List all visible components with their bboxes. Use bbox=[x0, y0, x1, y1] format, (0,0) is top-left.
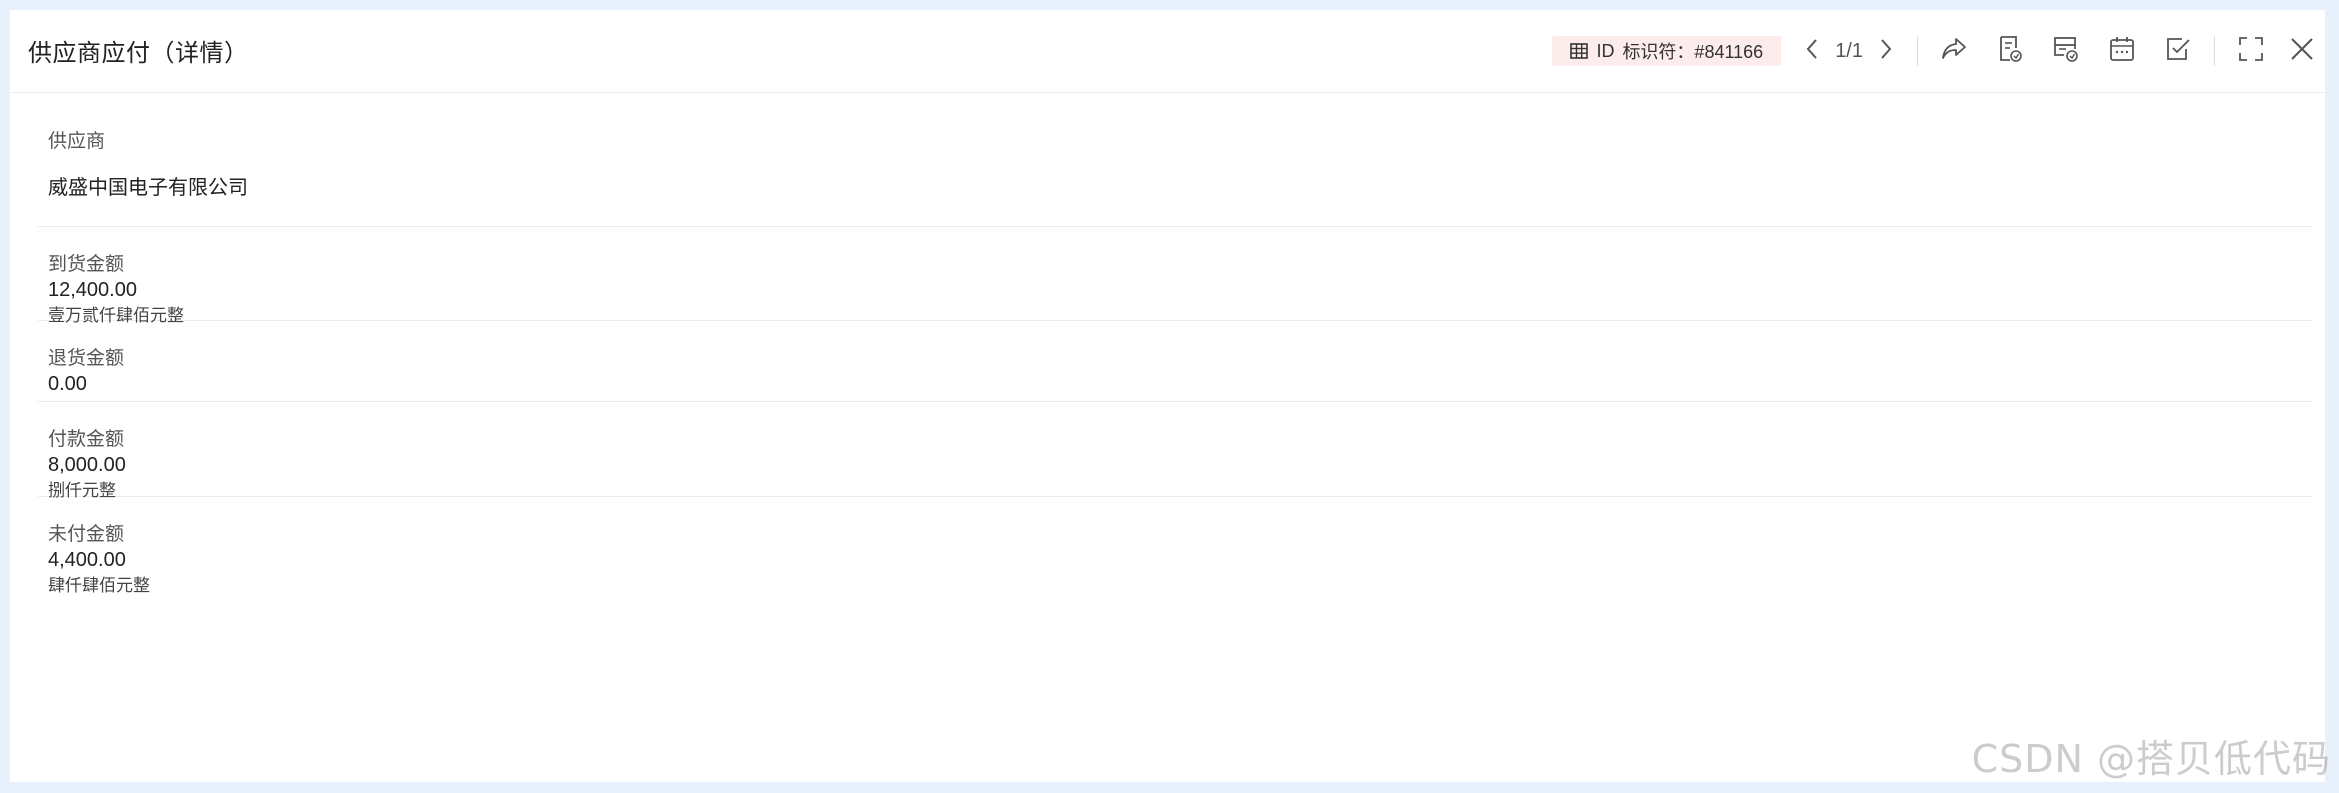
detail-panel: 供应商应付（详情） ID 标识符：#841166 1/1 供应商 威盛中国电子有… bbox=[10, 10, 2325, 782]
supplier-link[interactable]: 威盛中国电子有限公司 bbox=[48, 171, 248, 200]
pagination: 1/1 bbox=[1795, 34, 1903, 68]
calendar-button[interactable] bbox=[2094, 31, 2150, 71]
field-unpaid-amount: 未付金额 4,400.00 肆仟肆佰元整 bbox=[38, 497, 2312, 597]
field-label: 供应商 bbox=[48, 131, 106, 152]
field-return-amount: 退货金额 0.00 bbox=[38, 321, 2312, 402]
toolbar-divider bbox=[1917, 36, 1918, 66]
table-grid-icon bbox=[1570, 43, 1589, 59]
page-indicator: 1/1 bbox=[1835, 39, 1863, 62]
share-button[interactable] bbox=[1926, 31, 1982, 71]
approve-button[interactable] bbox=[2150, 31, 2206, 71]
id-label: ID bbox=[1596, 40, 1615, 61]
chevron-left-icon bbox=[1805, 38, 1819, 65]
share-icon bbox=[1940, 36, 1968, 67]
checkbox-icon bbox=[2164, 35, 2192, 68]
amount-in-words: 肆仟肆佰元整 bbox=[48, 576, 150, 595]
id-identifier: 标识符：#841166 bbox=[1622, 42, 1764, 62]
print-icon bbox=[2052, 35, 2080, 68]
field-value: 8,000.00 bbox=[48, 454, 126, 476]
field-payment-amount: 付款金额 8,000.00 捌仟元整 bbox=[38, 402, 2312, 500]
chevron-right-icon bbox=[1879, 38, 1893, 65]
detail-fields: 供应商 威盛中国电子有限公司 到货金额 12,400.00 壹万贰仟肆佰元整 退… bbox=[38, 92, 2312, 597]
toolbar: ID 标识符：#841166 1/1 bbox=[1552, 10, 2325, 92]
close-button[interactable] bbox=[2279, 31, 2325, 71]
toolbar-divider-2 bbox=[2214, 36, 2215, 66]
print-button[interactable] bbox=[2038, 31, 2094, 71]
next-record-button[interactable] bbox=[1869, 34, 1903, 68]
field-label: 退货金额 bbox=[48, 348, 125, 369]
document-icon bbox=[1997, 35, 2023, 68]
field-label: 到货金额 bbox=[48, 254, 125, 275]
fullscreen-icon bbox=[2237, 35, 2265, 68]
field-arrival-amount: 到货金额 12,400.00 壹万贰仟肆佰元整 bbox=[38, 227, 2312, 325]
page-title: 供应商应付（详情） bbox=[28, 40, 249, 67]
field-label: 付款金额 bbox=[48, 429, 125, 450]
fullscreen-button[interactable] bbox=[2223, 31, 2279, 71]
field-label: 未付金额 bbox=[48, 524, 125, 545]
prev-record-button[interactable] bbox=[1795, 34, 1829, 68]
field-value: 0.00 bbox=[48, 373, 87, 395]
close-icon bbox=[2289, 36, 2315, 67]
panel-header: 供应商应付（详情） ID 标识符：#841166 1/1 bbox=[10, 10, 2325, 93]
field-value: 4,400.00 bbox=[48, 549, 126, 571]
field-value: 12,400.00 bbox=[48, 279, 137, 301]
watermark: CSDN @搭贝低代码 bbox=[1971, 737, 2331, 781]
document-button[interactable] bbox=[1982, 31, 2038, 71]
record-id-tag: ID 标识符：#841166 bbox=[1552, 36, 1782, 66]
field-supplier: 供应商 威盛中国电子有限公司 bbox=[38, 92, 2312, 227]
calendar-icon bbox=[2108, 35, 2136, 68]
